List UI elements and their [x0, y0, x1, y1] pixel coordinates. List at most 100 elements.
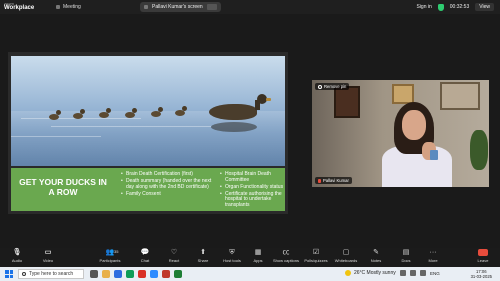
zoom-logo: zoom Workplace [4, 1, 34, 11]
title-bar: zoom Workplace Meeting Pallavi Kumar's s… [0, 0, 500, 14]
chevron-up-icon[interactable] [400, 270, 406, 276]
zoom-window: zoom Workplace Meeting Pallavi Kumar's s… [0, 0, 500, 281]
leave-label: Leave [477, 258, 489, 263]
polls-button[interactable]: ☑ Polls/quizzes [301, 249, 331, 263]
checklist-item: Organ Functionality status [220, 184, 284, 191]
checklist-item: Brain Death Certification (first) [121, 171, 216, 178]
task-view-icon[interactable] [90, 270, 98, 278]
meeting-tab-label: Meeting [63, 4, 81, 10]
ducks-photo [11, 56, 285, 166]
excel-icon[interactable] [174, 270, 182, 278]
share-screen-icon: ⬆ [200, 249, 206, 256]
checklist-item: Family Consent [121, 191, 216, 198]
polls-label: Polls/quizzes [304, 258, 328, 263]
leave-button[interactable]: Leave [468, 249, 498, 263]
sun-icon [345, 270, 351, 276]
clock-date: 31-03-2025 [470, 274, 492, 279]
notes-icon: ✎ [373, 249, 379, 256]
view-button[interactable]: View [475, 3, 494, 11]
wall-frame [334, 86, 360, 118]
app-icon[interactable] [138, 270, 146, 278]
plant [470, 130, 488, 170]
audio-button[interactable]: 🎙 Audio [2, 249, 32, 263]
file-explorer-icon[interactable] [102, 270, 110, 278]
checklist-item: Hospital Brain Death Committee [220, 171, 284, 183]
duckling-head [132, 108, 137, 113]
duckling-head [158, 107, 163, 112]
mother-duck [209, 104, 257, 120]
duckling-head [56, 110, 61, 115]
audio-label: Audio [11, 258, 23, 263]
security-shield-icon[interactable] [437, 3, 444, 11]
volume-icon[interactable] [420, 270, 426, 276]
captions-button[interactable]: ㏄ Show captions [271, 249, 301, 263]
mic-muted-icon: 🎙 [12, 249, 22, 256]
search-placeholder: Type here to search [29, 271, 74, 277]
duckling-head [106, 108, 111, 113]
windows-start-icon[interactable] [5, 270, 13, 278]
cc-icon: ㏄ [282, 249, 290, 256]
host-tools-label: Host tools [223, 258, 241, 263]
search-icon [22, 272, 26, 276]
weather-widget[interactable]: 26°C Mostly sunny [345, 270, 396, 276]
participants-label: Participants [99, 258, 121, 263]
remove-pin-button[interactable]: Remove pin [315, 83, 350, 90]
slide-title: GET YOUR DUCKS IN A ROW [19, 177, 107, 197]
video-button[interactable]: ▭ Video [33, 249, 63, 263]
taskbar-search[interactable]: Type here to search [18, 269, 84, 279]
participant-count: 35 [114, 249, 119, 254]
more-label: More [428, 258, 438, 263]
wall-frame [392, 84, 414, 104]
meeting-tab[interactable]: Meeting [56, 4, 81, 10]
pdf-icon[interactable] [162, 270, 170, 278]
screen-icon [144, 5, 148, 9]
participant-name: Pallavi Kumar [323, 178, 349, 183]
people-icon: 👥 [105, 249, 115, 256]
taskbar-apps [90, 270, 182, 278]
apps-button[interactable]: ▦ Apps [243, 249, 273, 263]
notes-label: Notes [370, 258, 382, 263]
shield-icon: ⛨ [229, 249, 235, 256]
wall-frame [440, 82, 480, 110]
share-title: Pallavi Kumar's screen [152, 4, 203, 10]
more-icon: ··· [429, 249, 437, 256]
participant-name-tag: Pallavi Kumar [315, 177, 352, 184]
docs-label: Docs [401, 258, 411, 263]
chat-label: Chat [140, 258, 150, 263]
wifi-icon[interactable] [410, 270, 416, 276]
taskbar-clock[interactable]: 17:06 31-03-2025 [471, 269, 492, 279]
mic-muted-icon [318, 178, 321, 183]
react-button[interactable]: ♡ React [159, 249, 189, 263]
edge-icon[interactable] [114, 270, 122, 278]
notes-button[interactable]: ✎ Notes [361, 249, 391, 263]
apps-label: Apps [253, 258, 263, 263]
meeting-timer: 00:32:53 [449, 4, 470, 10]
participant-face [402, 110, 426, 140]
duck-bill [266, 98, 271, 101]
whiteboards-button[interactable]: ▢ Whiteboards [331, 249, 361, 263]
cup [430, 150, 438, 160]
pin-icon [318, 84, 322, 89]
docs-button[interactable]: ▤ Docs [391, 249, 421, 263]
chrome-icon[interactable] [126, 270, 134, 278]
logo-line2: Workplace [4, 5, 35, 11]
view-options-dropdown[interactable] [206, 4, 217, 10]
captions-label: Show captions [272, 258, 299, 263]
language-indicator[interactable]: ENG [430, 271, 440, 276]
remove-pin-label: Remove pin [324, 84, 347, 89]
system-tray: ENG [400, 270, 440, 276]
share-button[interactable]: ⬆ Share [188, 249, 218, 263]
weather-text: 26°C Mostly sunny [354, 270, 396, 276]
chat-icon: 💬 [140, 249, 150, 256]
sign-in-link[interactable]: Sign in [416, 4, 431, 10]
apps-icon: ▦ [254, 249, 262, 256]
chat-button[interactable]: 💬 Chat [130, 249, 160, 263]
zoom-icon[interactable] [150, 270, 158, 278]
meeting-toolbar: 🎙 Audio ▭ Video 👥 35 Participants 💬 Chat… [0, 248, 500, 267]
participant-video[interactable]: Remove pin Pallavi Kumar [312, 80, 489, 187]
ripple [11, 136, 101, 137]
more-button[interactable]: ··· More [418, 249, 448, 263]
screen-share-indicator[interactable]: Pallavi Kumar's screen [140, 2, 221, 12]
participants-button[interactable]: 👥 35 Participants [95, 249, 125, 263]
docs-icon: ▤ [402, 249, 410, 256]
